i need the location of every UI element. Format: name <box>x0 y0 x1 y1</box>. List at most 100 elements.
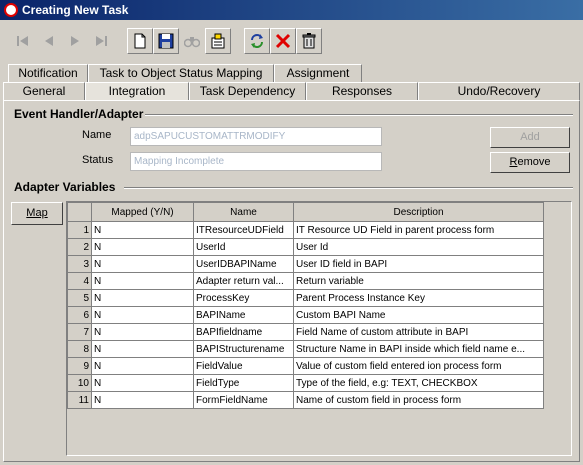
description-cell[interactable]: Field Name of custom attribute in BAPI <box>293 323 544 341</box>
variable-name-cell[interactable]: Adapter return val... <box>193 272 294 290</box>
table-row[interactable]: 2 N UserId User Id <box>67 238 544 256</box>
tab-integration[interactable]: Integration <box>85 82 189 101</box>
mapped-cell[interactable]: N <box>91 391 194 409</box>
table-row[interactable]: 4 N Adapter return val... Return variable <box>67 272 544 290</box>
adapter-variables-table-container[interactable]: Mapped (Y/N) Name Description 1 N ITResour… <box>66 201 572 456</box>
variable-name-cell[interactable]: BAPIStructurename <box>193 340 294 358</box>
variable-name-cell[interactable]: UserId <box>193 238 294 256</box>
table-row[interactable]: 9 N FieldValue Value of custom field entere… <box>67 357 544 375</box>
tab-task-dependency[interactable]: Task Dependency <box>189 82 306 100</box>
variable-name-cell[interactable]: FieldValue <box>193 357 294 375</box>
variable-name-cell[interactable]: UserIDBAPIName <box>193 255 294 273</box>
row-number-cell: 4 <box>67 272 92 290</box>
table-row[interactable]: 6 N BAPIName Custom BAPI Name <box>67 306 544 324</box>
tab-general[interactable]: General <box>3 82 85 100</box>
row-number-header <box>67 202 92 222</box>
window-title: Creating New Task <box>22 3 129 17</box>
next-record-button[interactable] <box>62 28 88 54</box>
row-number-cell: 1 <box>67 221 92 239</box>
section-divider <box>145 114 573 116</box>
description-cell[interactable]: User Id <box>293 238 544 256</box>
variable-name-cell[interactable]: FormFieldName <box>193 391 294 409</box>
save-icon <box>158 33 174 49</box>
description-cell[interactable]: Name of custom field in process form <box>293 391 544 409</box>
title-bar: Creating New Task <box>0 0 583 20</box>
mapped-cell[interactable]: N <box>91 272 194 290</box>
mapped-cell[interactable]: N <box>91 357 194 375</box>
query-icon <box>211 33 225 49</box>
next-record-icon <box>71 36 79 46</box>
previous-record-button[interactable] <box>36 28 62 54</box>
mapped-cell[interactable]: N <box>91 374 194 392</box>
tab-row-1: Notification Task to Object Status Mappi… <box>0 64 583 82</box>
description-cell[interactable]: Type of the field, e.g: TEXT, CHECKBOX <box>293 374 544 392</box>
mapped-cell[interactable]: N <box>91 255 194 273</box>
new-button[interactable] <box>127 28 153 54</box>
row-number-cell: 11 <box>67 391 92 409</box>
table-row[interactable]: 7 N BAPIfieldname Field Name of custom attr… <box>67 323 544 341</box>
mapped-cell[interactable]: N <box>91 221 194 239</box>
description-cell[interactable]: Structure Name in BAPI inside which fiel… <box>293 340 544 358</box>
table-row[interactable]: 5 N ProcessKey Parent Process Instance Key <box>67 289 544 307</box>
table-row[interactable]: 3 N UserIDBAPIName User ID field in BAPI <box>67 255 544 273</box>
variable-name-cell[interactable]: BAPIfieldname <box>193 323 294 341</box>
tab-assignment[interactable]: Assignment <box>274 64 362 82</box>
map-button[interactable]: Map <box>11 202 63 225</box>
mapped-cell[interactable]: N <box>91 340 194 358</box>
tab-row-2: General Integration Task Dependency Resp… <box>0 82 583 101</box>
status-field[interactable]: Mapping Incomplete <box>130 152 382 171</box>
variable-name-cell[interactable]: BAPIName <box>193 306 294 324</box>
adapter-name-field[interactable]: adpSAPUCUSTOMATTRMODIFY <box>130 127 382 146</box>
save-button[interactable] <box>153 28 179 54</box>
find-icon <box>184 37 200 48</box>
mapped-column-header[interactable]: Mapped (Y/N) <box>91 202 194 222</box>
variable-name-cell[interactable]: ProcessKey <box>193 289 294 307</box>
table-row[interactable]: 1 N ITResourceUDField IT Resource UD Field … <box>67 221 544 239</box>
new-icon <box>134 33 146 49</box>
description-column-header[interactable]: Description <box>293 202 544 222</box>
row-number-cell: 7 <box>67 323 92 341</box>
table-row[interactable]: 11 N FormFieldName Name of custom field in … <box>67 391 544 409</box>
mapped-cell[interactable]: N <box>91 289 194 307</box>
oracle-logo-icon <box>4 3 18 17</box>
description-cell[interactable]: Value of custom field entered ion proces… <box>293 357 544 375</box>
row-number-cell: 10 <box>67 374 92 392</box>
refresh-icon <box>251 34 263 48</box>
add-button[interactable]: Add <box>490 127 570 148</box>
mapped-cell[interactable]: N <box>91 323 194 341</box>
mapped-cell[interactable]: N <box>91 238 194 256</box>
description-cell[interactable]: Custom BAPI Name <box>293 306 544 324</box>
row-number-cell: 2 <box>67 238 92 256</box>
first-record-button[interactable] <box>10 28 36 54</box>
tab-task-to-object-status-mapping[interactable]: Task to Object Status Mapping <box>88 64 274 82</box>
row-number-cell: 8 <box>67 340 92 358</box>
row-number-cell: 5 <box>67 289 92 307</box>
refresh-button[interactable] <box>244 28 270 54</box>
name-label: Name <box>82 129 112 141</box>
description-cell[interactable]: IT Resource UD Field in parent process f… <box>293 221 544 239</box>
remove-button-rest: emove <box>517 156 551 168</box>
table-row[interactable]: 8 N BAPIStructurename Structure Name in BAP… <box>67 340 544 358</box>
last-record-button[interactable] <box>88 28 114 54</box>
trash-icon <box>302 33 316 49</box>
remove-button[interactable]: Remove <box>490 152 570 173</box>
find-button[interactable] <box>179 28 205 54</box>
adapter-variables-section-title: Adapter Variables <box>14 180 116 194</box>
description-cell[interactable]: Return variable <box>293 272 544 290</box>
query-button[interactable] <box>205 28 231 54</box>
trash-button[interactable] <box>296 28 322 54</box>
row-number-cell: 9 <box>67 357 92 375</box>
variable-name-cell[interactable]: ITResourceUDField <box>193 221 294 239</box>
mapped-cell[interactable]: N <box>91 306 194 324</box>
tab-notification[interactable]: Notification <box>8 64 88 82</box>
variable-name-cell[interactable]: FieldType <box>193 374 294 392</box>
description-cell[interactable]: Parent Process Instance Key <box>293 289 544 307</box>
tab-responses[interactable]: Responses <box>306 82 418 100</box>
description-cell[interactable]: User ID field in BAPI <box>293 255 544 273</box>
delete-button[interactable] <box>270 28 296 54</box>
table-row[interactable]: 10 N FieldType Type of the field, e.g: TEXT… <box>67 374 544 392</box>
previous-record-icon <box>45 36 53 46</box>
tab-undo-recovery[interactable]: Undo/Recovery <box>418 82 580 100</box>
name-column-header[interactable]: Name <box>193 202 294 222</box>
delete-icon <box>275 33 291 49</box>
